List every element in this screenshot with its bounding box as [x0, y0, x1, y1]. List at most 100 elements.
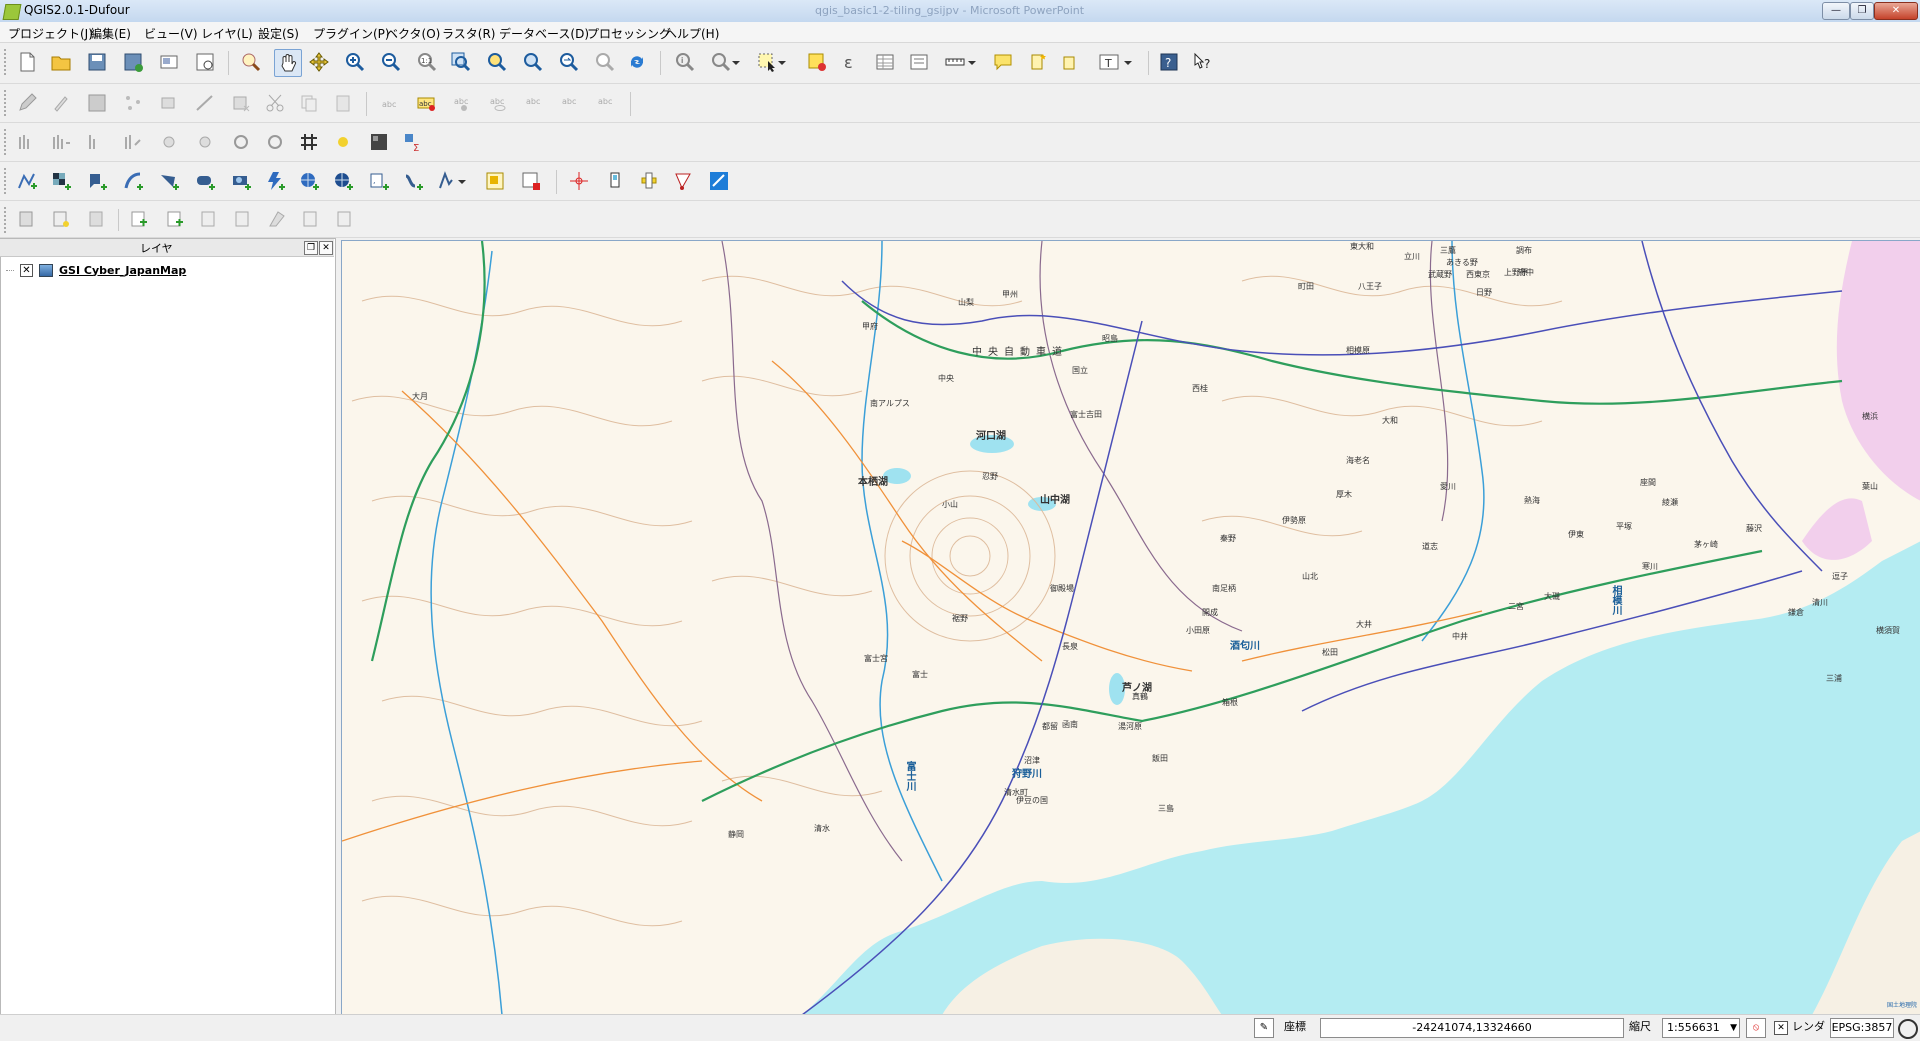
- add-postgis-layer-icon[interactable]: [84, 168, 110, 194]
- show-bookmarks-icon[interactable]: [1058, 49, 1084, 75]
- label-abc-icon[interactable]: abc: [378, 90, 404, 116]
- menu-layer[interactable]: レイヤ(L): [201, 25, 253, 42]
- add-wcs-layer-icon[interactable]: [296, 168, 322, 194]
- statistics-sum-icon[interactable]: Σ: [400, 129, 426, 155]
- change-label-icon[interactable]: abc: [594, 90, 620, 116]
- add-spatialite-layer-icon[interactable]: [120, 168, 146, 194]
- minimize-button[interactable]: —: [1822, 2, 1850, 20]
- close-button[interactable]: ✕: [1874, 2, 1918, 20]
- move-feature-icon[interactable]: [156, 90, 182, 116]
- new-print-composer-icon[interactable]: [156, 49, 182, 75]
- paste-features-icon[interactable]: [330, 90, 356, 116]
- zoom-to-layer-icon[interactable]: [520, 49, 546, 75]
- add-vector-layer-icon[interactable]: [14, 168, 40, 194]
- menu-help[interactable]: ヘルプ(H): [665, 25, 719, 42]
- field-calculator-icon[interactable]: [906, 49, 932, 75]
- zoom-out-icon[interactable]: [378, 49, 404, 75]
- menu-plugins[interactable]: プラグイン(P): [313, 25, 390, 42]
- crs-globe-icon[interactable]: [1898, 1019, 1918, 1039]
- toolbar-grip[interactable]: [4, 207, 10, 233]
- add-db2-layer-icon[interactable]: [228, 168, 254, 194]
- layer-item[interactable]: ✕ GSI Cyber_JapanMap: [6, 262, 186, 278]
- layer-labeling-icon[interactable]: abc: [414, 90, 440, 116]
- pan-to-selection-icon[interactable]: [306, 49, 332, 75]
- new-bookmark-icon[interactable]: [1026, 49, 1052, 75]
- zoom-next-icon[interactable]: [592, 49, 618, 75]
- toolbar-grip[interactable]: [4, 168, 10, 194]
- identify-features-icon[interactable]: i: [672, 49, 698, 75]
- menu-raster[interactable]: ラスタ(R): [442, 25, 495, 42]
- toggle-editing-icon[interactable]: [48, 90, 74, 116]
- help-contents-icon[interactable]: ?: [1156, 49, 1182, 75]
- add-raster-layer-icon[interactable]: [48, 168, 74, 194]
- openlayers-icon[interactable]: [706, 168, 732, 194]
- delete-selected-icon[interactable]: [228, 90, 254, 116]
- crs-button[interactable]: EPSG:3857: [1830, 1018, 1894, 1038]
- add-part-icon[interactable]: [192, 129, 218, 155]
- whats-this-icon[interactable]: ?: [1190, 49, 1216, 75]
- close-panel-icon[interactable]: ✕: [319, 241, 333, 255]
- menu-settings[interactable]: 設定(S): [258, 25, 299, 42]
- chevron-down-icon[interactable]: [776, 49, 788, 75]
- remove-layer-icon[interactable]: [518, 168, 544, 194]
- scale-field[interactable]: 1:556631 ▼: [1662, 1018, 1740, 1038]
- open-project-icon[interactable]: [48, 49, 74, 75]
- redo-icon[interactable]: [48, 129, 74, 155]
- split-features-icon[interactable]: [366, 129, 392, 155]
- zoom-to-selection-icon[interactable]: [484, 49, 510, 75]
- add-wfs-layer-icon[interactable]: [330, 168, 356, 194]
- move-label-icon[interactable]: abc: [522, 90, 548, 116]
- zoom-in-icon[interactable]: [342, 49, 368, 75]
- layer-visibility-checkbox[interactable]: ✕: [20, 263, 33, 277]
- attribute-table-icon[interactable]: [872, 49, 898, 75]
- chevron-down-icon[interactable]: [966, 49, 978, 75]
- add-to-overview-icon[interactable]: [482, 168, 508, 194]
- edit-layer-icon[interactable]: [196, 206, 222, 232]
- copy-features-icon[interactable]: [296, 90, 322, 116]
- toolbar-grip[interactable]: [4, 49, 10, 75]
- zoom-full-icon[interactable]: [448, 49, 474, 75]
- rotate-label-icon[interactable]: abc: [558, 90, 584, 116]
- map-canvas[interactable]: 甲府 山梨 甲州 南アルプス 中央 富士吉田 河口湖 本栖湖 山中湖 富士宮 沼…: [341, 240, 1920, 1016]
- reshape-features-icon[interactable]: [296, 129, 322, 155]
- db-manager-icon[interactable]: [14, 206, 40, 232]
- raster-calc-icon[interactable]: [84, 206, 110, 232]
- delete-ring-icon[interactable]: [228, 129, 254, 155]
- delete-part-icon[interactable]: [262, 129, 288, 155]
- show-hide-labels-icon[interactable]: abc: [486, 90, 512, 116]
- import-layer-icon[interactable]: [332, 206, 358, 232]
- add-mssql-layer-icon[interactable]: [156, 168, 182, 194]
- chevron-down-icon[interactable]: [1122, 49, 1134, 75]
- toolbar-grip[interactable]: [4, 129, 10, 155]
- add-wms-layer-icon[interactable]: [262, 168, 288, 194]
- add-gpx-layer-icon[interactable]: [400, 168, 426, 194]
- add-delimited-text-layer-icon[interactable]: ,: [366, 168, 392, 194]
- save-project-icon[interactable]: [84, 49, 110, 75]
- zoom-native-icon[interactable]: 1:1: [414, 49, 440, 75]
- style-layer-icon[interactable]: [264, 206, 290, 232]
- toolbar-grip[interactable]: [4, 90, 10, 116]
- float-panel-icon[interactable]: ❐: [304, 241, 318, 255]
- georeferencer-icon[interactable]: [636, 168, 662, 194]
- undo-icon[interactable]: [14, 129, 40, 155]
- chevron-down-icon[interactable]: [730, 49, 742, 75]
- add-feature-icon[interactable]: [120, 90, 146, 116]
- chevron-down-icon[interactable]: [456, 168, 468, 194]
- deselect-all-icon[interactable]: [804, 49, 830, 75]
- save-edits-icon[interactable]: [84, 90, 110, 116]
- maximize-button[interactable]: ❐: [1850, 2, 1874, 20]
- map-tips-icon[interactable]: [990, 49, 1016, 75]
- pin-labels-icon[interactable]: abc: [450, 90, 476, 116]
- add-oracle-layer-icon[interactable]: [192, 168, 218, 194]
- pan-hand-icon[interactable]: [274, 49, 302, 77]
- mouse-coords-toggle-icon[interactable]: ✎: [1254, 1018, 1274, 1038]
- render-checkbox[interactable]: ✕: [1774, 1021, 1788, 1035]
- add-feature-layer-icon[interactable]: [162, 206, 188, 232]
- menu-database[interactable]: データベース(D): [499, 25, 589, 42]
- menu-project[interactable]: プロジェクト(J): [8, 25, 93, 42]
- export-layer-icon[interactable]: [298, 206, 324, 232]
- rotate-feature-icon[interactable]: [84, 129, 110, 155]
- add-vector-icon[interactable]: [126, 206, 152, 232]
- layer-name[interactable]: GSI Cyber_JapanMap: [59, 264, 186, 277]
- raster-info-icon[interactable]: [48, 206, 74, 232]
